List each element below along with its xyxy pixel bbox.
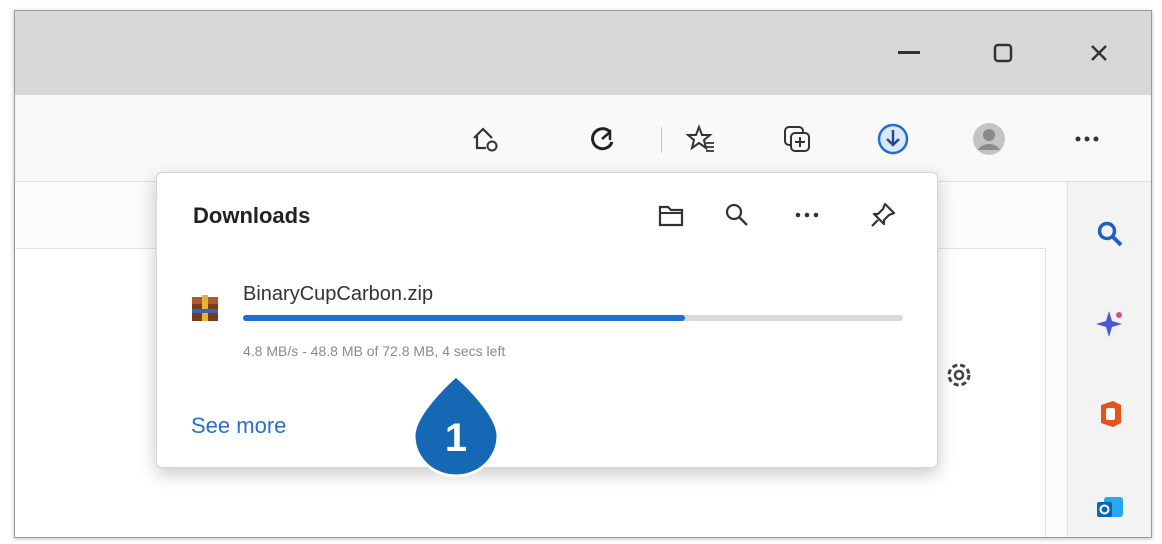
zip-file-icon: [192, 295, 218, 321]
sidebar-office-button[interactable]: [1090, 394, 1130, 434]
toolbar-divider: [661, 127, 662, 153]
see-more-link[interactable]: See more: [191, 413, 286, 439]
downloads-panel: Downloads BinaryCupCarbon.zip 4.8 MB/s -…: [156, 172, 938, 468]
minimize-button[interactable]: [879, 31, 939, 75]
download-progress-bar: [243, 315, 903, 321]
search-icon: [1097, 221, 1123, 247]
edge-sidebar: [1067, 182, 1151, 537]
collections-icon: [784, 126, 810, 152]
collections-button[interactable]: [775, 117, 819, 161]
sidebar-outlook-button[interactable]: [1090, 488, 1130, 528]
downloads-icon: [877, 123, 909, 155]
downloads-panel-title: Downloads: [193, 203, 311, 228]
title-bar: [15, 11, 1151, 95]
home-settings-button[interactable]: [463, 117, 507, 161]
download-status: 4.8 MB/s - 48.8 MB of 72.8 MB, 4 secs le…: [243, 343, 506, 359]
downloads-button[interactable]: [871, 117, 915, 161]
close-button[interactable]: [1069, 31, 1129, 75]
more-button[interactable]: [1065, 117, 1109, 161]
office-icon: [1101, 401, 1121, 427]
gear-icon: [945, 355, 979, 395]
copilot-sparkle-icon: [1096, 311, 1122, 337]
outlook-icon: [1097, 497, 1123, 517]
download-item[interactable]: BinaryCupCarbon.zip 4.8 MB/s - 48.8 MB o…: [165, 265, 929, 365]
profile-avatar: [973, 123, 1005, 155]
minimize-icon: [898, 51, 920, 54]
pin-button[interactable]: [863, 195, 903, 235]
open-folder-icon: [658, 205, 684, 227]
download-file-name: BinaryCupCarbon.zip: [243, 283, 434, 305]
search-downloads-button[interactable]: [717, 195, 757, 235]
profile-button[interactable]: [967, 117, 1011, 161]
sidebar-search-button[interactable]: [1090, 214, 1130, 254]
pin-icon: [871, 202, 896, 227]
more-icon: [1075, 136, 1099, 142]
more-options-icon: [795, 212, 819, 218]
maximize-button[interactable]: [973, 31, 1033, 75]
favorites-icon: [686, 124, 714, 152]
open-folder-button[interactable]: [651, 195, 691, 235]
favorites-button[interactable]: [679, 117, 723, 161]
copilot-button[interactable]: [581, 117, 625, 161]
home-settings-icon: [473, 127, 498, 152]
maximize-icon: [993, 43, 1013, 63]
step-callout: 1: [410, 372, 502, 478]
close-icon: [1091, 45, 1107, 61]
browser-toolbar: [15, 95, 1151, 182]
search-icon: [725, 203, 748, 226]
callout-number: 1: [444, 416, 468, 460]
download-progress-fill: [243, 315, 686, 321]
copilot-icon: [591, 127, 614, 151]
more-options-button[interactable]: [787, 195, 827, 235]
sidebar-copilot-button[interactable]: [1090, 304, 1130, 344]
